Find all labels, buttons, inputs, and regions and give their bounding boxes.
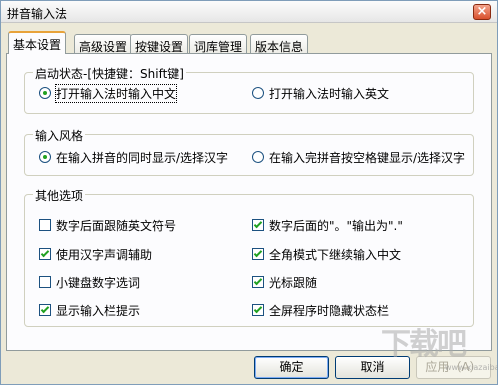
checkbox[interactable] bbox=[39, 276, 51, 288]
radio-startup-english-label: 打开输入法时输入英文 bbox=[269, 87, 390, 101]
radio-style-show-while-typing[interactable]: 在输入拼音的同时显示/选择汉字 bbox=[39, 149, 254, 165]
radio-startup-chinese-label: 打开输入法时输入中文 bbox=[54, 84, 178, 103]
tab-key-settings[interactable]: 按键设置 bbox=[130, 34, 189, 54]
checkbox-hide-statusbar-fullscreen[interactable]: 全屏程序时隐藏状态栏 bbox=[252, 302, 467, 318]
checkbox-hide-statusbar-fullscreen-label: 全屏程序时隐藏状态栏 bbox=[269, 304, 390, 318]
other-options-group: 其他选项 数字后面跟随英文符号 数字后面的"。"输出为"." 使用汉字声调辅助 … bbox=[24, 187, 474, 327]
checkbox[interactable] bbox=[39, 248, 51, 260]
radio-selected-dot bbox=[43, 155, 47, 159]
input-style-title: 输入风格 bbox=[33, 127, 86, 144]
check-mark-icon bbox=[253, 248, 263, 258]
checkbox-fullwidth-chinese[interactable]: 全角模式下继续输入中文 bbox=[252, 246, 467, 262]
checkbox[interactable] bbox=[39, 304, 51, 316]
close-button[interactable]: × bbox=[473, 4, 491, 20]
checkbox-tone-assist-label: 使用汉字声调辅助 bbox=[56, 248, 153, 262]
other-options-title: 其他选项 bbox=[33, 187, 86, 204]
radio-button[interactable] bbox=[39, 151, 51, 163]
checkbox-english-symbol-after-digit-label: 数字后面跟随英文符号 bbox=[56, 219, 177, 233]
checkbox-input-bar-hint-label: 显示输入栏提示 bbox=[56, 304, 141, 318]
checkbox[interactable] bbox=[252, 304, 264, 316]
settings-dialog: 拼音输入法 × 基本设置 高级设置 按键设置 词库管理 版本信息 启动状态-[快… bbox=[0, 0, 498, 385]
startup-state-group: 启动状态-[快捷键：Shift键] 打开输入法时输入中文 打开输入法时输入英文 bbox=[24, 65, 474, 114]
ok-button[interactable]: 确定 bbox=[254, 356, 329, 379]
checkbox[interactable] bbox=[39, 219, 51, 231]
radio-button[interactable] bbox=[39, 87, 51, 99]
checkbox-numpad-select[interactable]: 小键盘数字选词 bbox=[39, 274, 239, 290]
title-bar[interactable]: 拼音输入法 × bbox=[1, 1, 497, 23]
radio-startup-chinese[interactable]: 打开输入法时输入中文 bbox=[39, 84, 239, 103]
checkbox-english-symbol-after-digit[interactable]: 数字后面跟随英文符号 bbox=[39, 217, 239, 233]
radio-selected-dot bbox=[43, 91, 47, 95]
window-title: 拼音输入法 bbox=[7, 7, 68, 21]
watermark-url: www.xiazaiba.com bbox=[445, 363, 498, 372]
input-style-group: 输入风格 在输入拼音的同时显示/选择汉字 在输入完拼音按空格键显示/选择汉字 bbox=[24, 127, 474, 176]
checkbox-fullwidth-chinese-label: 全角模式下继续输入中文 bbox=[269, 248, 402, 262]
checkbox-period-after-digit[interactable]: 数字后面的"。"输出为"." bbox=[252, 217, 467, 233]
radio-button[interactable] bbox=[252, 87, 264, 99]
checkbox-tone-assist[interactable]: 使用汉字声调辅助 bbox=[39, 246, 239, 262]
radio-style-show-after-space-label: 在输入完拼音按空格键显示/选择汉字 bbox=[269, 151, 466, 165]
tab-version-info[interactable]: 版本信息 bbox=[250, 34, 309, 54]
checkbox-input-bar-hint[interactable]: 显示输入栏提示 bbox=[39, 302, 239, 318]
checkbox-cursor-follow-label: 光标跟随 bbox=[269, 276, 318, 290]
tab-advanced-settings[interactable]: 高级设置 bbox=[74, 34, 133, 54]
startup-state-title: 启动状态-[快捷键：Shift键] bbox=[33, 65, 186, 82]
checkbox[interactable] bbox=[252, 219, 264, 231]
checkbox[interactable] bbox=[252, 276, 264, 288]
check-mark-icon bbox=[40, 248, 50, 258]
checkbox-period-after-digit-label: 数字后面的"。"输出为"." bbox=[269, 219, 403, 233]
radio-style-show-after-space[interactable]: 在输入完拼音按空格键显示/选择汉字 bbox=[252, 149, 472, 165]
radio-startup-english[interactable]: 打开输入法时输入英文 bbox=[252, 85, 452, 101]
close-icon: × bbox=[476, 4, 488, 19]
check-mark-icon bbox=[253, 276, 263, 286]
checkbox[interactable] bbox=[252, 248, 264, 260]
tab-dictionary-management[interactable]: 词库管理 bbox=[189, 34, 248, 54]
tab-panel-basic: 启动状态-[快捷键：Shift键] 打开输入法时输入中文 打开输入法时输入英文 … bbox=[6, 53, 492, 351]
check-mark-icon bbox=[253, 219, 263, 229]
checkbox-cursor-follow[interactable]: 光标跟随 bbox=[252, 274, 467, 290]
check-mark-icon bbox=[253, 304, 263, 314]
checkbox-numpad-select-label: 小键盘数字选词 bbox=[56, 276, 141, 290]
watermark-logo: 下载吧 bbox=[381, 327, 467, 362]
radio-button[interactable] bbox=[252, 151, 264, 163]
check-mark-icon bbox=[40, 304, 50, 314]
tab-basic-settings[interactable]: 基本设置 bbox=[8, 31, 67, 54]
radio-style-show-while-typing-label: 在输入拼音的同时显示/选择汉字 bbox=[56, 151, 229, 165]
